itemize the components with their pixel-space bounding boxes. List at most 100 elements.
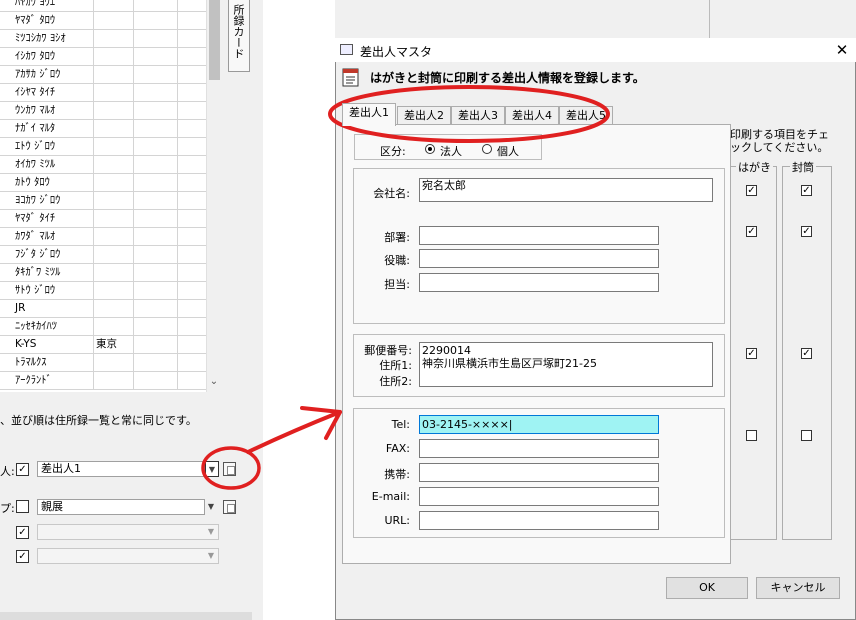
list-item-name: K-YS [0, 335, 94, 353]
list-item-col2 [94, 371, 134, 389]
list-item-col2 [94, 209, 134, 227]
list-item[interactable]: ｵｲｶﾜ ﾐﾂﾙ [0, 155, 206, 174]
address2-label: 住所2: [379, 375, 412, 388]
list-item-name: JR [0, 299, 94, 317]
list-item-name: ﾐﾂｺｼｶﾜ ﾖｼｵ [0, 29, 94, 47]
app-window-icon [340, 44, 353, 55]
hagaki-tel-checkbox[interactable] [746, 430, 757, 441]
hagaki-department-checkbox[interactable]: ✓ [746, 226, 757, 237]
extra-combo-1[interactable] [37, 524, 219, 540]
list-item-col2 [94, 29, 134, 47]
group-checkbox[interactable] [16, 500, 29, 513]
extra-combo-2[interactable] [37, 548, 219, 564]
list-item-name: ﾀｷｶﾞﾜ ﾐﾂﾙ [0, 263, 94, 281]
list-item[interactable]: ﾆｯｾｷｶｲﾊﾂ [0, 317, 206, 336]
address-field[interactable]: 2290014 神奈川県横浜市生島区戸塚町21-25 [419, 342, 713, 387]
extra-combo-2-dropdown-icon[interactable]: ▼ [204, 548, 218, 564]
company-field[interactable]: 宛名太郎 [419, 178, 713, 202]
list-item-col3 [134, 83, 178, 101]
group-card-icon[interactable] [223, 500, 236, 514]
ok-button[interactable]: OK [666, 577, 748, 599]
list-item-col2 [94, 101, 134, 119]
postal-label: 郵便番号: [364, 344, 412, 357]
extra-combo-1-dropdown-icon[interactable]: ▼ [204, 524, 218, 540]
list-item[interactable]: ｳﾝｶﾜ ﾏﾙｵ [0, 101, 206, 120]
kubun-label: 区分: [380, 145, 406, 158]
list-item-col3 [134, 191, 178, 209]
list-item[interactable]: ﾐﾂｺｼｶﾜ ﾖｼｵ [0, 29, 206, 48]
url-field[interactable] [419, 511, 659, 530]
list-item[interactable]: ﾔﾏﾀﾞ ﾀｲﾁ [0, 209, 206, 228]
list-item[interactable]: ﾄﾗﾏﾙｸｽ [0, 353, 206, 372]
hagaki-address-checkbox[interactable]: ✓ [746, 348, 757, 359]
scroll-down-arrow-icon[interactable]: ⌄ [207, 375, 221, 389]
tab-sender-4[interactable]: 差出人4 [505, 106, 559, 124]
tab-sender-3[interactable]: 差出人3 [451, 106, 505, 124]
list-item-name: ﾖｺｶﾜ ｼﾞﾛｳ [0, 191, 94, 209]
tab-sender-5[interactable]: 差出人5 [559, 106, 613, 124]
futou-department-checkbox[interactable]: ✓ [801, 226, 812, 237]
list-item-col3 [134, 353, 178, 371]
list-item[interactable]: ｲｼﾔﾏ ﾀｲﾁ [0, 83, 206, 102]
side-tab-address-card[interactable]: 所録カード [228, 0, 250, 72]
position-field[interactable] [419, 249, 659, 268]
list-item[interactable]: ﾅｶﾞｲ ﾏﾙﾀ [0, 119, 206, 138]
list-item[interactable]: JR [0, 299, 206, 318]
radio-corporate-label[interactable]: 法人 [440, 143, 462, 159]
list-item[interactable]: ｻﾄｳ ｼﾞﾛｳ [0, 281, 206, 300]
department-field[interactable] [419, 226, 659, 245]
list-item-col2 [94, 83, 134, 101]
list-item[interactable]: ｱｶｻｶ ｼﾞﾛｳ [0, 65, 206, 84]
list-item[interactable]: ﾖｺｶﾜ ｼﾞﾛｳ [0, 191, 206, 210]
tab-sender-1[interactable]: 差出人1 [342, 103, 396, 126]
group-combo-dropdown-icon[interactable]: ▼ [204, 499, 218, 515]
futou-address-checkbox[interactable]: ✓ [801, 348, 812, 359]
list-item[interactable]: ｶﾜﾀﾞ ﾏﾙｵ [0, 227, 206, 246]
tel-field[interactable]: 03-2145-××××| [419, 415, 659, 434]
futou-column-title: 封筒 [790, 159, 816, 175]
list-item[interactable]: ｱｰｸﾗﾝﾄﾞ [0, 371, 206, 390]
email-field[interactable] [419, 487, 659, 506]
scrollbar-thumb[interactable] [209, 0, 220, 80]
close-icon[interactable]: ✕ [832, 40, 852, 60]
background-panel [263, 0, 335, 620]
list-item-col4 [178, 137, 206, 155]
list-item[interactable]: ｶﾄｳ ﾀﾛｳ [0, 173, 206, 192]
mobile-field[interactable] [419, 463, 659, 482]
futou-company-checkbox[interactable]: ✓ [801, 185, 812, 196]
list-item-col2 [94, 245, 134, 263]
list-item[interactable]: ｲｼｶﾜ ﾀﾛｳ [0, 47, 206, 66]
list-item[interactable]: ﾌｼﾞﾀ ｼﾞﾛｳ [0, 245, 206, 264]
sender-master-card-icon[interactable] [223, 462, 236, 476]
address-list[interactable]: ﾊﾔｶﾜ ﾖｳｴ ﾔﾏﾀﾞ ﾀﾛｳ ﾐﾂｺｼｶﾜ ﾖｼｵ ｲｼｶﾜ ﾀﾛｳ ｱｶｻｶ ｼ… [0, 0, 222, 392]
person-field[interactable] [419, 273, 659, 292]
radio-corporate[interactable] [425, 144, 435, 154]
list-item-name: ｱｶｻｶ ｼﾞﾛｳ [0, 65, 94, 83]
list-item-name: ｲｼｶﾜ ﾀﾛｳ [0, 47, 94, 65]
company-label: 会社名: [373, 187, 410, 200]
list-item-col3 [134, 227, 178, 245]
extra-checkbox-1[interactable]: ✓ [16, 526, 29, 539]
list-item[interactable]: K-YS 東京 [0, 335, 206, 354]
sender-combo-dropdown-icon[interactable]: ▼ [205, 461, 219, 477]
list-item-name: ｲｼﾔﾏ ﾀｲﾁ [0, 83, 94, 101]
list-item[interactable]: ｴﾄｳ ｼﾞﾛｳ [0, 137, 206, 156]
group-combo[interactable]: 親展 [37, 499, 205, 515]
list-item[interactable]: ﾔﾏﾀﾞ ﾀﾛｳ [0, 11, 206, 30]
radio-individual-label[interactable]: 個人 [497, 143, 519, 159]
list-item-col4 [178, 191, 206, 209]
hagaki-company-checkbox[interactable]: ✓ [746, 185, 757, 196]
radio-individual[interactable] [482, 144, 492, 154]
list-item-col2 [94, 11, 134, 29]
list-item-col2: 東京 [94, 335, 134, 353]
sender-checkbox[interactable]: ✓ [16, 463, 29, 476]
fax-field[interactable] [419, 439, 659, 458]
cancel-button[interactable]: キャンセル [756, 577, 840, 599]
futou-tel-checkbox[interactable] [801, 430, 812, 441]
extra-checkbox-2[interactable]: ✓ [16, 550, 29, 563]
tab-sender-2[interactable]: 差出人2 [397, 106, 451, 124]
list-item-col4 [178, 173, 206, 191]
list-item[interactable]: ﾀｷｶﾞﾜ ﾐﾂﾙ [0, 263, 206, 282]
sender-combo[interactable]: 差出人1 [37, 461, 205, 477]
divider [709, 0, 710, 40]
